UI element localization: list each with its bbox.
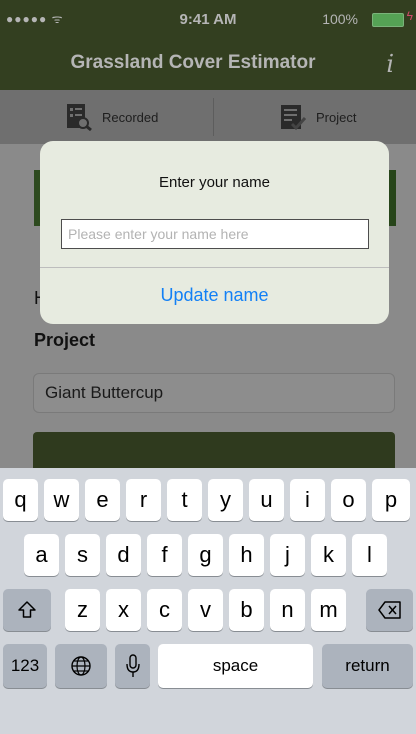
key-h[interactable]: h bbox=[229, 534, 264, 576]
key-x[interactable]: x bbox=[106, 589, 141, 631]
tab-project-label: Project bbox=[316, 109, 357, 125]
key-u[interactable]: u bbox=[249, 479, 284, 521]
project-checklist-icon bbox=[281, 105, 306, 131]
key-q[interactable]: q bbox=[3, 479, 38, 521]
tab-recorded[interactable]: Recorded bbox=[66, 100, 158, 134]
key-c[interactable]: c bbox=[147, 589, 182, 631]
key-z[interactable]: z bbox=[65, 589, 100, 631]
battery-percent: 100% bbox=[322, 11, 358, 27]
key-k[interactable]: k bbox=[311, 534, 346, 576]
tab-divider bbox=[213, 98, 214, 136]
key-g[interactable]: g bbox=[188, 534, 223, 576]
alert-divider bbox=[40, 267, 389, 268]
app-title: Grassland Cover Estimator bbox=[70, 52, 316, 73]
keyboard: q w e r t y u i o p a s d f g h j k l z … bbox=[0, 468, 416, 734]
key-e[interactable]: e bbox=[85, 479, 120, 521]
return-key[interactable]: return bbox=[322, 644, 413, 688]
space-key[interactable]: space bbox=[158, 644, 313, 688]
bolt-icon: ϟ bbox=[406, 9, 413, 23]
globe-key[interactable] bbox=[55, 644, 107, 688]
globe-icon bbox=[71, 656, 91, 676]
nav-bar: Grassland Cover Estimator i bbox=[0, 40, 416, 90]
key-v[interactable]: v bbox=[188, 589, 223, 631]
shift-key[interactable] bbox=[3, 589, 51, 631]
key-y[interactable]: y bbox=[208, 479, 243, 521]
key-n[interactable]: n bbox=[270, 589, 305, 631]
status-bar: ●●●●● ᯤ 9:41 AM 100% ϟ bbox=[0, 0, 416, 40]
project-field[interactable]: Giant Buttercup bbox=[33, 373, 395, 413]
key-b[interactable]: b bbox=[229, 589, 264, 631]
project-label: Project bbox=[34, 330, 96, 350]
key-o[interactable]: o bbox=[331, 479, 366, 521]
key-s[interactable]: s bbox=[65, 534, 100, 576]
key-d[interactable]: d bbox=[106, 534, 141, 576]
tab-project[interactable]: Project bbox=[280, 100, 356, 134]
key-w[interactable]: w bbox=[44, 479, 79, 521]
battery-icon bbox=[372, 13, 404, 27]
key-m[interactable]: m bbox=[311, 589, 346, 631]
key-i[interactable]: i bbox=[290, 479, 325, 521]
info-icon[interactable]: i bbox=[386, 50, 394, 78]
name-input[interactable]: Please enter your name here bbox=[61, 219, 369, 249]
tab-strip: Recorded Project bbox=[0, 90, 416, 144]
update-name-button[interactable]: Update name bbox=[40, 285, 389, 306]
key-t[interactable]: t bbox=[167, 479, 202, 521]
key-j[interactable]: j bbox=[270, 534, 305, 576]
key-l[interactable]: l bbox=[352, 534, 387, 576]
key-f[interactable]: f bbox=[147, 534, 182, 576]
key-p[interactable]: p bbox=[372, 479, 410, 521]
microphone-key[interactable] bbox=[115, 644, 150, 688]
recorded-list-icon bbox=[67, 104, 92, 131]
key-r[interactable]: r bbox=[126, 479, 161, 521]
numbers-key[interactable]: 123 bbox=[3, 644, 47, 688]
microphone-icon bbox=[125, 654, 140, 677]
tab-recorded-label: Recorded bbox=[102, 109, 159, 125]
alert-title: Enter your name bbox=[159, 174, 270, 191]
backspace-icon bbox=[377, 601, 401, 619]
shift-icon bbox=[18, 601, 36, 618]
backspace-key[interactable] bbox=[366, 589, 413, 631]
key-a[interactable]: a bbox=[24, 534, 59, 576]
name-alert: Enter your name Please enter your name h… bbox=[40, 141, 389, 324]
